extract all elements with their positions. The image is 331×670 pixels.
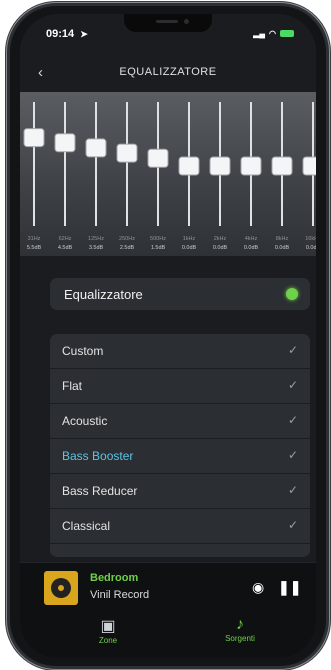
eq-gain-label: 0.0dB bbox=[213, 245, 228, 251]
eq-frequency-label: 125Hz bbox=[88, 236, 104, 242]
eq-slider-handle[interactable] bbox=[240, 156, 262, 176]
check-icon: ✓ bbox=[287, 518, 298, 532]
status-time: 09:14 ➤ bbox=[46, 28, 88, 40]
eq-gain-label: 2.5dB bbox=[120, 245, 135, 251]
app-screen: 09:14 ➤ ▂▄ ◠ ‹ EQUALIZZATORE 31Hz 5.5dB 62… bbox=[20, 14, 316, 658]
eq-gain-label: 0.0dB bbox=[275, 245, 290, 251]
eq-frequency-label: 500Hz bbox=[150, 236, 166, 242]
eq-frequency-label: 250Hz bbox=[119, 236, 135, 242]
check-icon: ✓ bbox=[287, 448, 298, 462]
page-title: EQUALIZZATORE bbox=[119, 66, 217, 78]
check-icon: ✓ bbox=[287, 413, 298, 427]
eq-slider-handle[interactable] bbox=[116, 143, 138, 163]
toggle-status-indicator[interactable] bbox=[286, 288, 298, 300]
location-arrow-icon: ➤ bbox=[80, 29, 88, 39]
speaker-icon: ▣ bbox=[100, 618, 116, 635]
eq-slider-handle[interactable] bbox=[271, 156, 293, 176]
notch bbox=[124, 14, 212, 32]
preset-item-classical[interactable]: Classical ✓ bbox=[50, 509, 310, 544]
preset-item-bass-reducer[interactable]: Bass Reducer ✓ bbox=[50, 474, 310, 509]
eq-frequency-label: 4kHz bbox=[245, 236, 258, 242]
music-note-icon: ♪ bbox=[236, 616, 244, 633]
status-icons: ▂▄ ◠ bbox=[253, 29, 294, 38]
nav-bar: ‹ EQUALIZZATORE bbox=[20, 62, 316, 86]
preset-label: Acoustic bbox=[62, 414, 108, 428]
eq-frequency-label: 1kHz bbox=[183, 236, 196, 242]
check-icon: ✓ bbox=[287, 483, 298, 497]
pause-icon[interactable]: ❚❚ bbox=[278, 579, 301, 596]
preset-label: Classical bbox=[62, 519, 111, 533]
eq-gain-label: 4.5dB bbox=[58, 245, 73, 251]
equalizer-toggle[interactable]: Equalizzatore bbox=[50, 278, 310, 310]
check-icon: ✓ bbox=[287, 378, 298, 392]
preset-item-acoustic[interactable]: Acoustic ✓ bbox=[50, 404, 310, 439]
preset-item-custom[interactable]: Custom ✓ bbox=[50, 334, 310, 369]
player-track: Vinil Record bbox=[90, 589, 150, 601]
equalizer-toggle-label: Equalizzatore bbox=[64, 287, 143, 302]
equalizer-graph: 31Hz 5.5dB 62Hz 4.5dB 125Hz 3.5dB 250Hz 2.5dB 50… bbox=[23, 102, 316, 251]
eq-slider-handle[interactable] bbox=[178, 156, 200, 176]
wifi-icon: ◠ bbox=[269, 29, 276, 38]
preset-list: Custom ✓ Flat ✓ Acoustic ✓ Bass Booster … bbox=[50, 334, 310, 557]
preset-label-active: Bass Booster bbox=[62, 449, 134, 463]
eq-slider-handle[interactable] bbox=[54, 133, 76, 153]
volume-icon[interactable]: ◉ bbox=[252, 579, 264, 596]
equalizer-sliders: 31Hz 5.5dB 62Hz 4.5dB 125Hz 3.5dB 250Hz 2.5dB 50… bbox=[20, 92, 316, 256]
eq-frequency-label: 31Hz bbox=[28, 236, 41, 242]
tab-bar: ▣ Zone ♪ Sorgenti bbox=[20, 612, 316, 658]
player-room: Bedroom bbox=[90, 572, 139, 584]
eq-gain-label: 5.5dB bbox=[27, 245, 42, 251]
tab-zones-label: Zone bbox=[98, 636, 118, 645]
eq-slider-handle[interactable] bbox=[85, 138, 107, 158]
eq-gain-label: 0.0dB bbox=[306, 245, 316, 251]
eq-frequency-label: 2kHz bbox=[214, 236, 227, 242]
signal-icon: ▂▄ bbox=[253, 29, 266, 38]
eq-frequency-label: 16kHz bbox=[305, 236, 316, 242]
phone-frame: 09:14 ➤ ▂▄ ◠ ‹ EQUALIZZATORE 31Hz 5.5dB 62… bbox=[10, 6, 326, 666]
eq-slider-handle[interactable] bbox=[147, 148, 169, 168]
album-art bbox=[44, 571, 78, 605]
eq-slider-handle[interactable] bbox=[23, 128, 45, 148]
preset-label: Custom bbox=[62, 344, 104, 358]
eq-frequency-label: 8kHz bbox=[276, 236, 289, 242]
check-icon: ✓ bbox=[287, 343, 298, 357]
eq-gain-label: 0.0dB bbox=[182, 245, 197, 251]
preset-label: Flat bbox=[62, 379, 83, 393]
eq-slider-handle[interactable] bbox=[209, 156, 231, 176]
tab-sources-label: Sorgenti bbox=[225, 634, 255, 643]
preset-item-bass-booster[interactable]: Bass Booster ✓ bbox=[50, 439, 310, 474]
eq-gain-label: 0.0dB bbox=[244, 245, 259, 251]
preset-item-flat[interactable]: Flat ✓ bbox=[50, 369, 310, 404]
tab-sources[interactable]: ♪ Sorgenti bbox=[200, 616, 280, 643]
preset-label: Bass Reducer bbox=[62, 484, 138, 498]
now-playing-bar[interactable]: Bedroom Vinil Record ◉ ❚❚ bbox=[20, 562, 316, 612]
eq-slider-handle[interactable] bbox=[302, 156, 316, 176]
eq-frequency-label: 62Hz bbox=[59, 236, 72, 242]
vinyl-disc-icon bbox=[51, 578, 71, 598]
battery-icon bbox=[280, 30, 294, 37]
front-camera bbox=[184, 19, 189, 24]
eq-gain-label: 3.5dB bbox=[89, 245, 104, 251]
speaker-grille bbox=[156, 20, 178, 23]
tab-zones[interactable]: ▣ Zone bbox=[68, 616, 148, 645]
eq-gain-label: 1.5dB bbox=[151, 245, 166, 251]
